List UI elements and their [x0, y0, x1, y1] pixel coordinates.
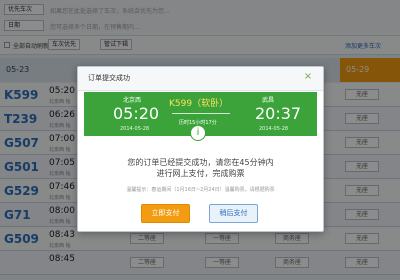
pay-now-button[interactable]: 立即支付 — [141, 204, 190, 223]
to-station: 武昌 — [262, 97, 275, 104]
order-success-dialog: 订单提交成功 × 北京西 05:20 2014-05-28 K599（软卧） 历… — [77, 66, 324, 232]
depart-time: 05:20 — [113, 104, 160, 123]
success-message-line1: 您的订单已经提交成功，请您在45分钟内 — [127, 158, 274, 167]
dialog-header: 订单提交成功 × — [78, 67, 323, 91]
info-icon: i — [190, 125, 206, 141]
close-icon[interactable]: × — [301, 70, 315, 84]
train-title: K599（软卧） — [169, 99, 229, 109]
arrive-time: 20:37 — [255, 104, 302, 123]
tip-message: 温馨提示：春运期间（1月16日~2月24日）温馨购票，请根据购票 — [126, 187, 275, 193]
depart-date: 2014-05-28 — [120, 126, 150, 132]
pay-later-button[interactable]: 稍后支付 — [209, 204, 258, 223]
from-station: 北京西 — [123, 97, 142, 104]
arrive-date: 2014-05-28 — [259, 126, 289, 132]
success-message-line2: 进行网上支付，完成购票 — [156, 169, 245, 178]
dialog-title: 订单提交成功 — [88, 74, 130, 82]
route-line — [172, 113, 230, 114]
success-message: 您的订单已经提交成功，请您在45分钟内 进行网上支付，完成购票 — [78, 157, 323, 179]
